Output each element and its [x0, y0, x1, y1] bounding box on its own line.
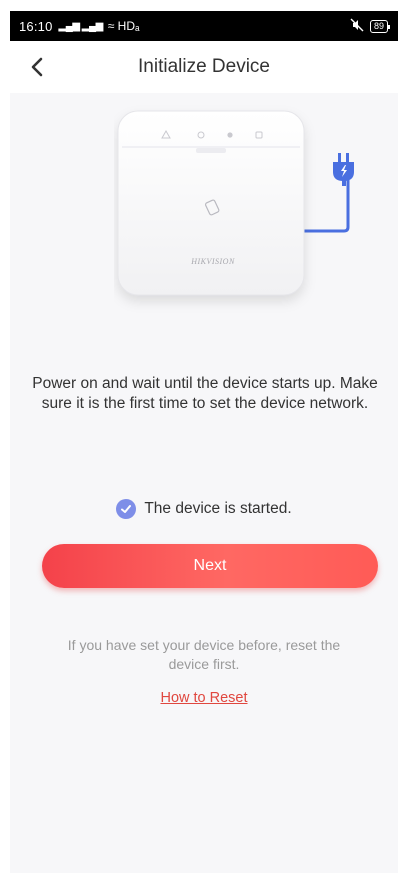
- content-area: HIKVISION Power on and wait until the de…: [10, 93, 398, 873]
- instruction-text: Power on and wait until the device start…: [32, 375, 378, 412]
- page-title: Initialize Device: [138, 56, 270, 77]
- power-plug-icon: [333, 153, 354, 186]
- battery-icon: 89: [369, 19, 391, 33]
- next-button[interactable]: Next: [42, 544, 378, 588]
- back-arrow-icon[interactable]: [26, 55, 50, 79]
- device-started-checkbox-row[interactable]: The device is started.: [10, 499, 398, 519]
- status-time: 16:10: [19, 18, 53, 34]
- device-illustration: HIKVISION: [114, 105, 364, 325]
- mute-icon: [350, 18, 364, 35]
- device-brand-logo: HIKVISION: [191, 257, 235, 266]
- wifi-icon: ≈ HDₐ: [107, 19, 140, 33]
- signal-icon: ▂▄▆ ▂▄▆: [58, 20, 104, 32]
- checkbox-label: The device is started.: [144, 500, 292, 517]
- reset-hint-text: If you have set your device before, rese…: [67, 637, 341, 672]
- checkbox-checked-icon[interactable]: [116, 499, 137, 519]
- top-bar: Initialize Device: [10, 41, 398, 93]
- how-to-reset-link[interactable]: How to Reset: [10, 690, 398, 706]
- status-bar: 16:10 ▂▄▆ ▂▄▆ ≈ HDₐ 89: [10, 11, 398, 41]
